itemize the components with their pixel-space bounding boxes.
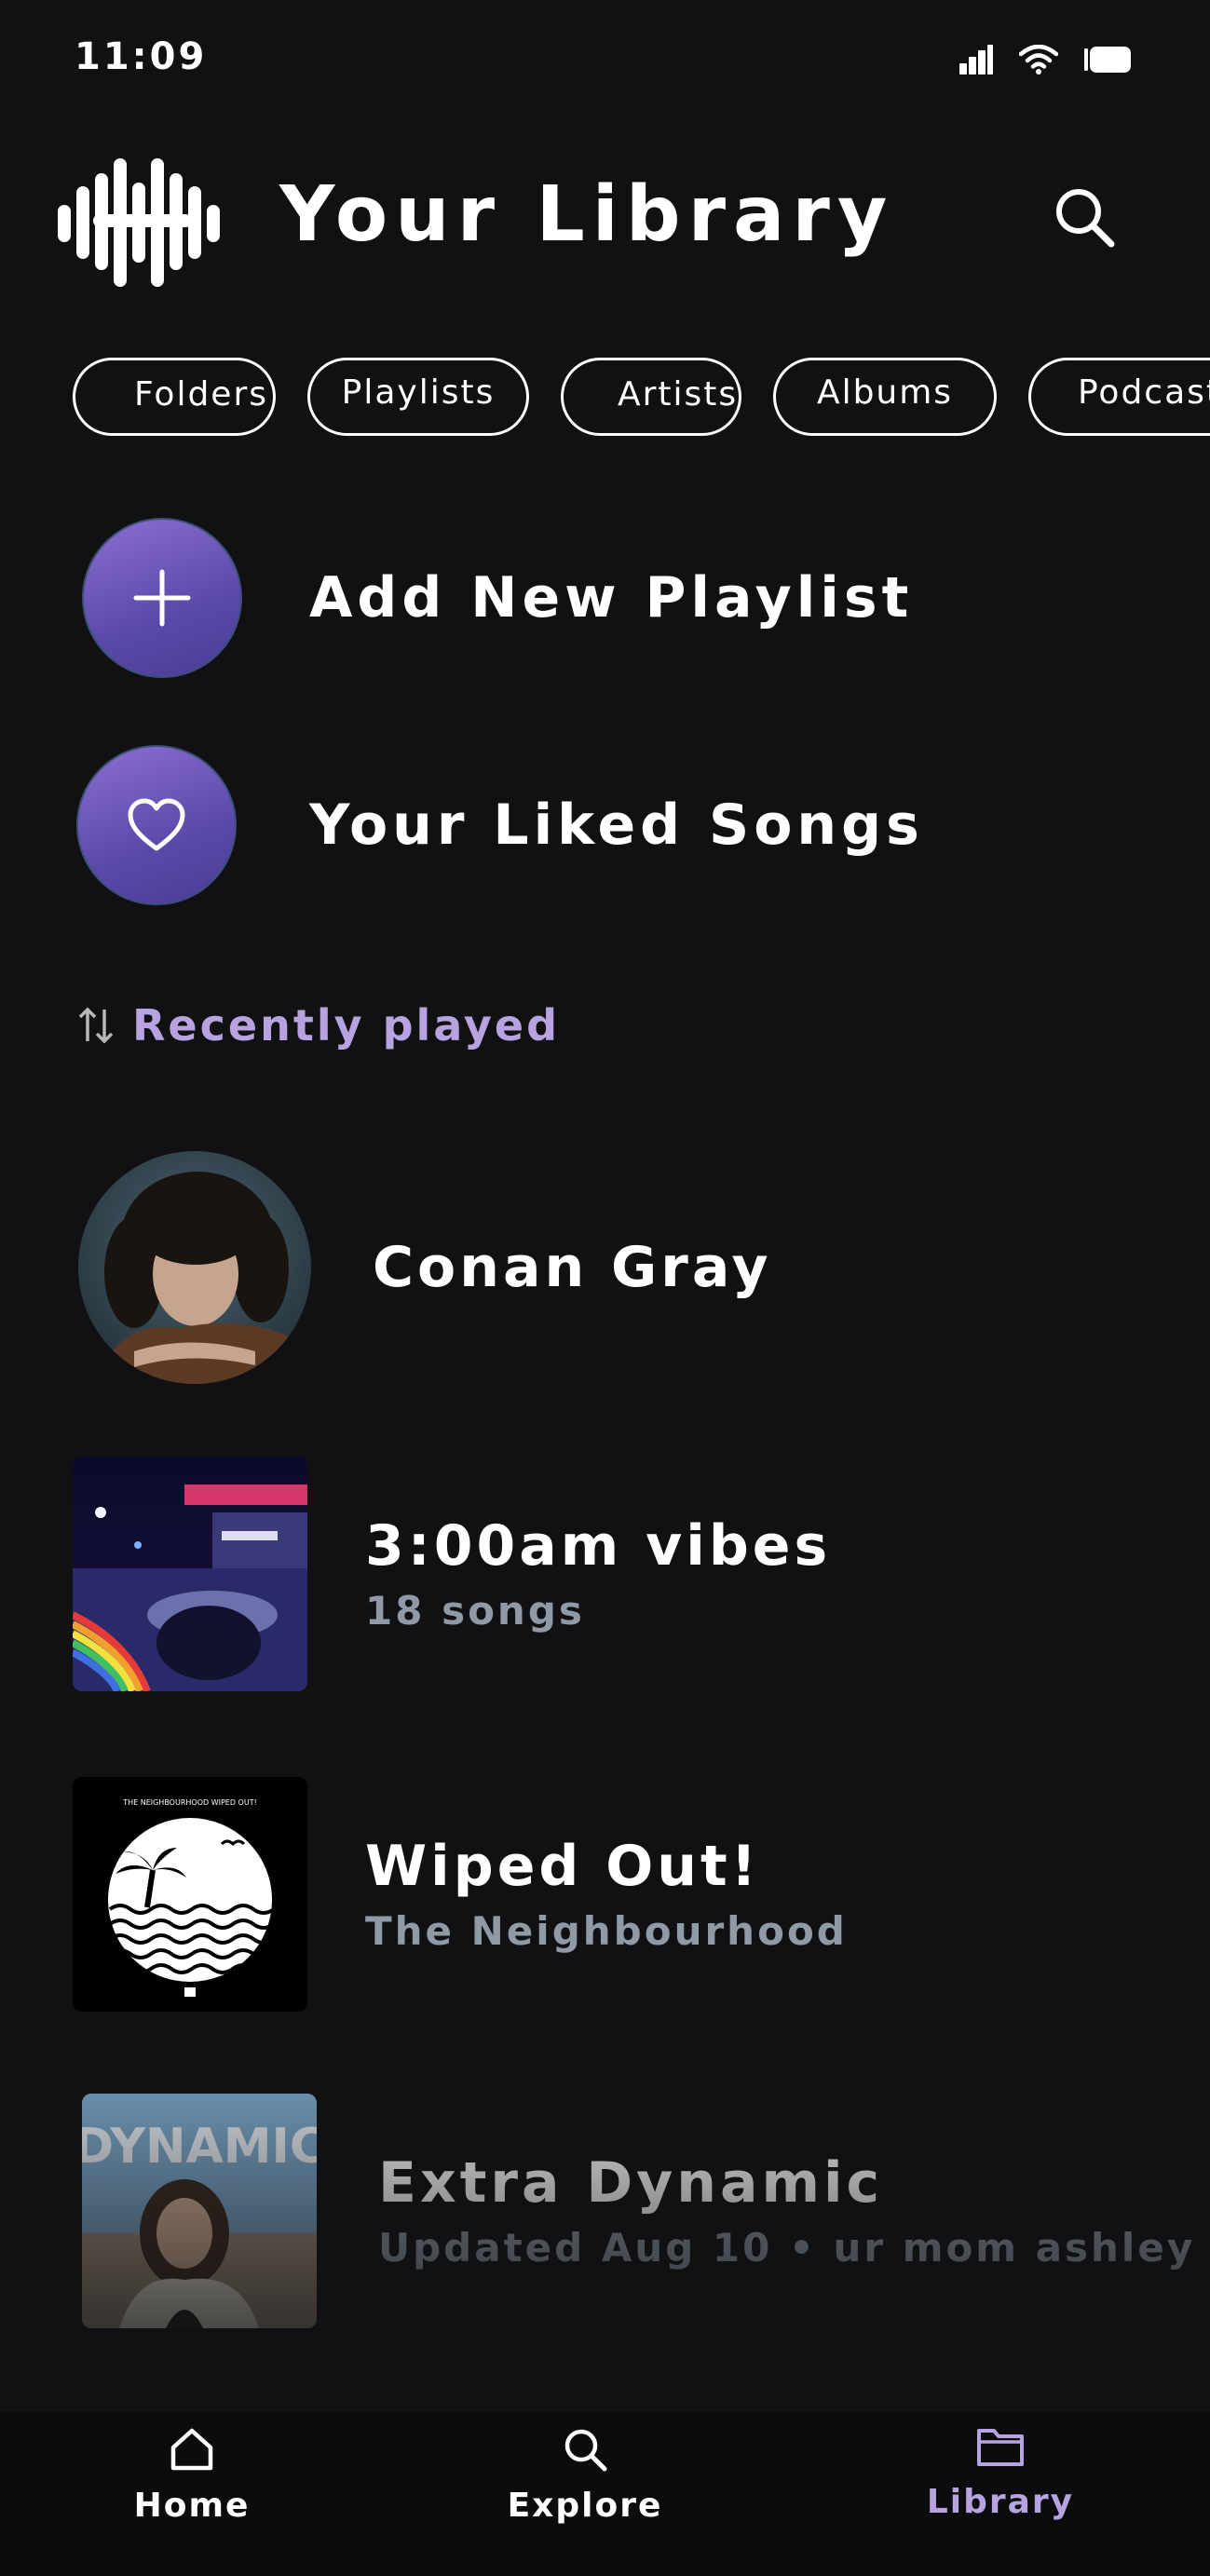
playlist-cover-art	[73, 1457, 307, 1691]
item-title: 3:00am vibes	[365, 1513, 832, 1579]
soundwave-logo-icon	[58, 158, 220, 287]
album-cover-art: THE NEIGHBOURHOOD WIPED OUT!	[73, 1777, 307, 2012]
battery-icon	[1084, 47, 1131, 73]
signal-icon	[959, 45, 993, 75]
liked-songs-button[interactable]: Your Liked Songs	[76, 745, 924, 905]
nav-library-label: Library	[926, 2483, 1075, 2521]
artist-avatar	[78, 1151, 311, 1384]
bottom-nav: Home Explore Library	[0, 2412, 1210, 2576]
item-subtitle: 18 songs	[365, 1588, 585, 1634]
filter-chip-podcasts[interactable]: Podcasts	[1028, 358, 1210, 436]
folder-icon	[977, 2429, 1024, 2466]
add-playlist-label: Add New Playlist	[309, 565, 914, 630]
sort-arrows-icon	[78, 1007, 114, 1044]
list-item-text: Wiped Out! The Neighbourhood	[365, 1834, 848, 1955]
filter-chip-artists[interactable]: Artists	[561, 358, 741, 436]
status-icons	[959, 45, 1131, 75]
cover-art-text: DYNAMIC	[82, 2119, 317, 2175]
nav-home[interactable]: Home	[80, 2425, 304, 2525]
item-subtitle: Updated Aug 10 • ur mom ashley	[378, 2225, 1196, 2271]
liked-songs-label: Your Liked Songs	[309, 793, 924, 858]
filter-chip-playlists[interactable]: Playlists	[307, 358, 529, 436]
list-item-album[interactable]: THE NEIGHBOURHOOD WIPED OUT! Wiped Out! …	[73, 1777, 848, 2012]
sort-label: Recently played	[132, 1000, 561, 1051]
search-icon	[564, 2429, 607, 2472]
playlist-cover-art: DYNAMIC	[82, 2094, 317, 2328]
item-subtitle: The Neighbourhood	[365, 1908, 848, 1954]
nav-library[interactable]: Library	[889, 2425, 1112, 2521]
nav-explore-label: Explore	[507, 2487, 663, 2525]
page-title: Your Library	[279, 170, 895, 259]
library-screen: 11:09 Your Library Folders Playlists Art…	[0, 0, 1210, 2576]
wifi-icon	[1019, 45, 1058, 75]
list-item-playlist[interactable]: DYNAMIC Extra Dynamic Updated Aug 10 • u…	[82, 2094, 1195, 2328]
filter-chips: Folders Playlists Artists Albums Podcast…	[73, 358, 1210, 436]
item-title: Wiped Out!	[365, 1834, 760, 1899]
filter-chip-albums[interactable]: Albums	[773, 358, 997, 436]
status-time: 11:09	[75, 35, 208, 78]
add-playlist-button[interactable]: Add New Playlist	[82, 518, 913, 678]
sort-control[interactable]: Recently played	[76, 1000, 560, 1051]
plus-icon	[133, 569, 191, 627]
list-item-text: Extra Dynamic Updated Aug 10 • ur mom as…	[378, 2151, 1195, 2271]
list-item-artist[interactable]: Conan Gray	[78, 1151, 772, 1384]
liked-songs-circle	[76, 745, 237, 905]
list-item-text: 3:00am vibes 18 songs	[365, 1514, 831, 1634]
album-banner-text: THE NEIGHBOURHOOD WIPED OUT!	[122, 1798, 257, 1807]
item-title: Conan Gray	[373, 1234, 772, 1300]
item-title: Extra Dynamic	[378, 2150, 884, 2216]
nav-home-label: Home	[133, 2487, 251, 2525]
add-playlist-circle	[82, 518, 242, 678]
list-item-text: Conan Gray	[373, 1234, 772, 1300]
home-icon	[170, 2428, 213, 2471]
nav-explore[interactable]: Explore	[473, 2425, 697, 2525]
filter-chip-folders[interactable]: Folders	[73, 358, 276, 436]
list-item-playlist[interactable]: 3:00am vibes 18 songs	[73, 1457, 831, 1691]
search-icon[interactable]	[1052, 184, 1117, 250]
heart-icon	[128, 798, 185, 851]
